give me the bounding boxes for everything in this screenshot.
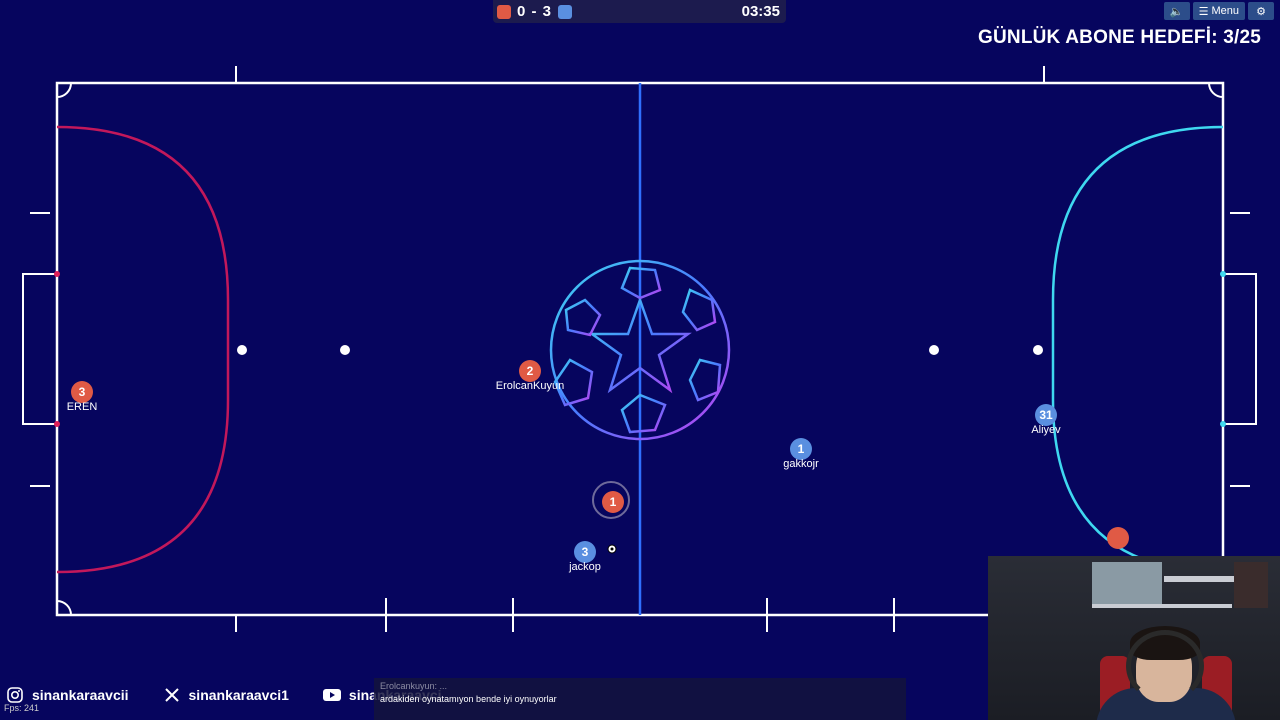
player-red-goalkeeper (1107, 527, 1129, 549)
player-disc (1107, 527, 1129, 549)
player-gakkojr: 1 gakkojr (783, 438, 819, 470)
player-disc: 31 (1035, 404, 1057, 426)
player-jackop: 3 jackop (569, 541, 601, 573)
chat-message: Erolcankuyun: ... (380, 681, 448, 691)
subscriber-goal-text: GÜNLÜK ABONE HEDEFİ: 3/25 (978, 27, 1261, 48)
score: 0 - 3 (517, 3, 553, 20)
right-penalty-area (1051, 125, 1224, 574)
sound-button[interactable]: 🔈 (1163, 2, 1190, 20)
player-eren: 3 EREN (67, 381, 97, 413)
x-icon (163, 686, 181, 704)
player-aliyev: 31 Aliyev (1031, 404, 1061, 436)
headset (1126, 630, 1204, 702)
youtube-icon (322, 686, 341, 704)
player-name: Aliyev (1031, 424, 1061, 436)
wall-picture (1092, 562, 1162, 604)
player-disc: 2 (519, 360, 541, 382)
wall-shelf (1164, 576, 1234, 582)
player-name: jackop (569, 561, 601, 573)
player-erolcankuyun: 2 ErolcanKuyun (496, 360, 564, 392)
wall-poster (1234, 562, 1268, 608)
settings-button[interactable]: ⚙ (1248, 2, 1274, 20)
player-self: 1 (592, 481, 630, 519)
player-disc: 3 (71, 381, 93, 403)
red-team-indicator (497, 4, 511, 19)
top-buttons: 🔈 ☰ Menu ⚙ (1163, 2, 1274, 20)
scoreboard: 0 - 3 03:35 (493, 0, 786, 23)
instagram-handle: sinankaraavcii (32, 687, 129, 703)
hamburger-icon: ☰ (1198, 5, 1209, 18)
player-disc: 3 (574, 541, 596, 563)
chat-message: ardakiden oynatamıyon bende iyi oynuyorl… (380, 694, 557, 704)
player-disc: 1 (790, 438, 812, 460)
gear-icon: ⚙ (1256, 5, 1266, 18)
left-penalty-area (56, 125, 230, 574)
player-name: EREN (66, 401, 98, 413)
instagram-icon (6, 686, 24, 704)
self-indicator-ring (592, 481, 630, 519)
ball (607, 544, 617, 554)
x-handle: sinankaraavci1 (188, 687, 289, 703)
webcam-overlay (988, 556, 1280, 720)
menu-label: Menu (1211, 5, 1239, 17)
blue-team-indicator (558, 4, 573, 19)
menu-button[interactable]: ☰ Menu (1192, 2, 1245, 20)
wall-shelf (1092, 604, 1232, 608)
x-link[interactable]: sinankaraavci1 (163, 686, 289, 704)
player-name: ErolcanKuyun (495, 380, 565, 392)
fps-counter: Fps: 241 (4, 703, 40, 713)
speaker-icon: 🔈 (1169, 5, 1184, 18)
chat-box: Erolcankuyun: ... ardakiden oynatamıyon … (374, 678, 906, 720)
player-name: gakkojr (783, 458, 819, 470)
match-clock: 03:35 (741, 3, 780, 20)
instagram-link[interactable]: sinankaraavcii (6, 686, 129, 704)
